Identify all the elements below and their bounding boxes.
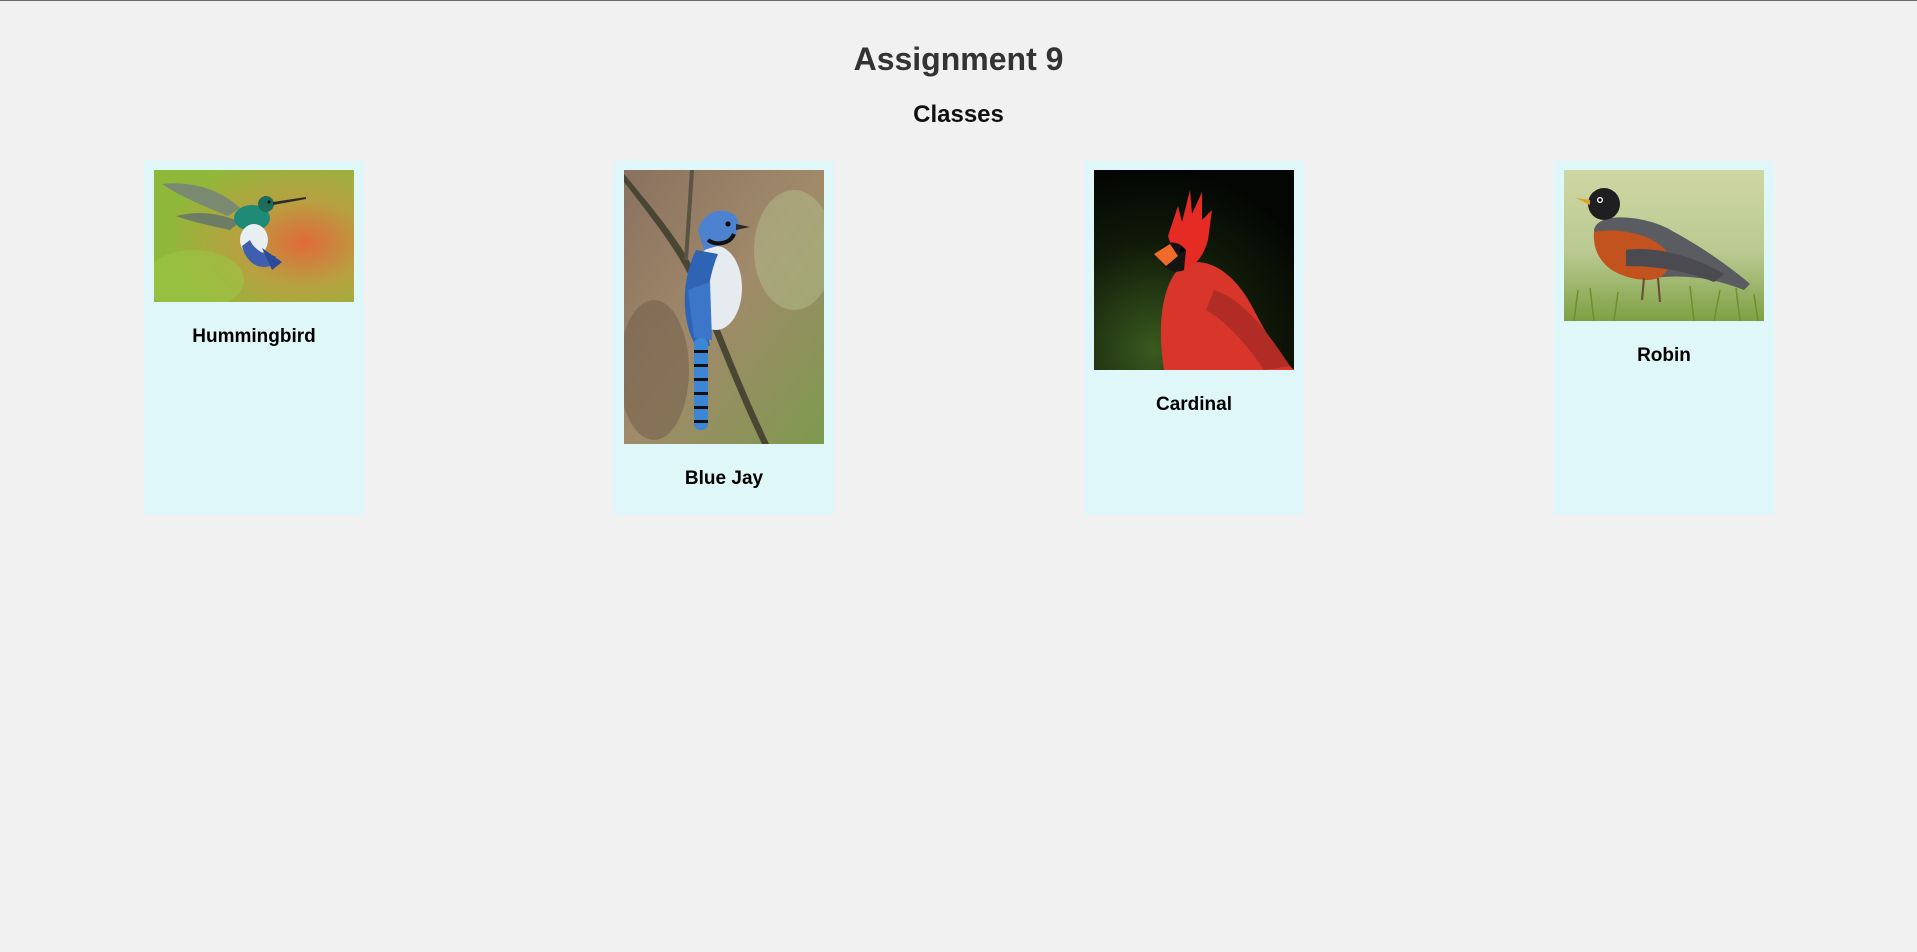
card-cardinal: Cardinal [1084,161,1304,515]
robin-photo [1564,170,1764,321]
blue-jay-photo [624,170,824,444]
card-robin: Robin [1554,161,1774,515]
card-hummingbird: Hummingbird [144,161,364,515]
card-blue-jay: Blue Jay [614,161,834,515]
card-label: Cardinal [1155,394,1233,415]
section-title: Classes [913,101,1004,128]
page-title: Assignment 9 [853,41,1064,77]
card-label: Blue Jay [684,468,764,489]
card-label: Hummingbird [192,326,316,347]
card-label: Robin [1637,345,1691,366]
cardinal-photo [1094,170,1294,370]
hummingbird-photo [154,170,354,302]
card-grid: Hummingbird Blue Jay Cardinal Robin [144,161,1774,515]
